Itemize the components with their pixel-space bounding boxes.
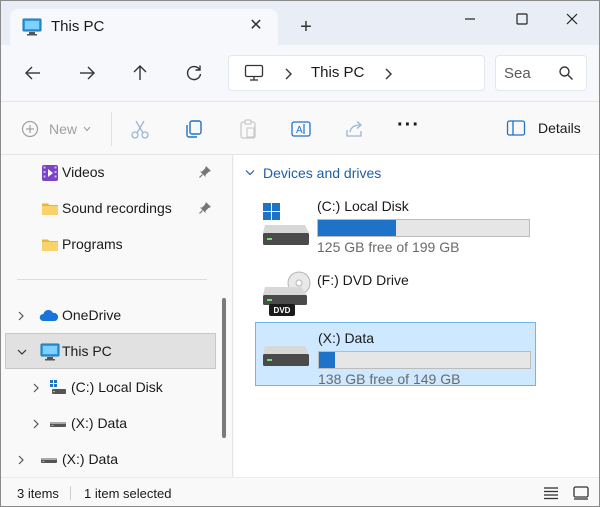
sidebar-item-label: Programs <box>62 236 123 252</box>
navigation-bar: This PC <box>1 45 599 101</box>
details-view-icon[interactable] <box>542 485 560 501</box>
close-window-button[interactable] <box>559 9 585 29</box>
share-icon[interactable] <box>344 118 366 140</box>
chevron-right-icon[interactable] <box>31 382 41 394</box>
status-bar: 3 items 1 item selected <box>1 477 599 506</box>
sidebar-item-label: Sound recordings <box>62 200 172 216</box>
drive-usage-bar <box>318 351 531 369</box>
sidebar-item-label: OneDrive <box>62 307 122 323</box>
pc-icon <box>40 343 60 361</box>
new-tab-button[interactable]: + <box>297 17 315 37</box>
chevron-down-icon <box>245 170 255 176</box>
breadcrumb-this-pc[interactable]: This PC <box>311 64 364 81</box>
sidebar-item-sound-recordings[interactable]: Sound recordings <box>1 191 223 227</box>
file-explorer-window: This PC ✕ + This PC Sea New A ··· Detail… <box>0 0 600 507</box>
forward-arrow-icon[interactable] <box>77 63 97 83</box>
content-pane: Devices and drives (C:) Local Disk 125 G… <box>234 155 599 477</box>
maximize-button[interactable] <box>509 9 535 29</box>
details-label: Details <box>538 120 581 136</box>
drive-tile-x[interactable]: (X:) Data 138 GB free of 149 GB <box>255 322 536 387</box>
cut-icon[interactable] <box>129 118 151 140</box>
folder-icon <box>42 203 58 215</box>
plus-circle-icon <box>21 120 39 138</box>
navigation-pane: Videos Sound recordings Programs OneDriv… <box>1 155 233 477</box>
sidebar-item-this-pc[interactable]: This PC <box>5 333 216 369</box>
sidebar-item-onedrive[interactable]: OneDrive <box>1 298 223 334</box>
close-tab-icon[interactable]: ✕ <box>248 18 264 34</box>
group-header-devices[interactable]: Devices and drives <box>245 165 381 181</box>
sidebar-item-label: (X:) Data <box>71 415 128 431</box>
search-icon <box>559 66 573 80</box>
tab-title: This PC <box>51 18 105 35</box>
drive-name: (C:) Local Disk <box>317 198 409 214</box>
sidebar-divider <box>17 279 207 280</box>
videos-folder-icon <box>42 165 58 181</box>
drive-usage-fill <box>318 220 397 236</box>
chevron-right-icon[interactable] <box>16 310 26 322</box>
drive-free-space: 138 GB free of 149 GB <box>318 371 461 387</box>
copy-icon[interactable] <box>183 118 205 140</box>
minimize-button[interactable] <box>457 9 483 29</box>
drive-usage-fill <box>319 352 335 368</box>
folder-icon <box>42 239 58 251</box>
drive-icon <box>263 346 309 366</box>
dvd-drive-icon: DVD <box>263 271 311 316</box>
tiles-view-icon[interactable] <box>572 485 590 501</box>
drive-usage-bar <box>317 219 530 237</box>
address-bar[interactable]: This PC <box>228 55 485 91</box>
details-pane-button[interactable]: Details <box>506 119 581 137</box>
sidebar-scrollbar[interactable] <box>222 298 226 438</box>
more-options-icon[interactable]: ··· <box>397 115 419 140</box>
sidebar-item-videos[interactable]: Videos <box>1 155 223 191</box>
status-separator <box>70 486 71 500</box>
item-count: 3 items <box>17 486 59 501</box>
sidebar-item-label: (X:) Data <box>62 451 119 467</box>
drive-icon <box>50 422 66 427</box>
tab-this-pc[interactable]: This PC ✕ <box>10 9 278 45</box>
drive-name: (X:) Data <box>318 330 375 346</box>
selection-count: 1 item selected <box>84 486 172 501</box>
windows-drive-icon <box>50 380 66 394</box>
group-header-label: Devices and drives <box>263 165 382 181</box>
search-input[interactable] <box>504 63 554 83</box>
sidebar-item-label: Videos <box>62 164 105 180</box>
chevron-right-icon[interactable] <box>31 418 41 430</box>
sidebar-item-label: This PC <box>62 343 112 359</box>
command-separator <box>111 112 112 146</box>
windows-drive-icon <box>263 203 309 245</box>
drive-name: (F:) DVD Drive <box>317 272 409 288</box>
drive-free-space: 125 GB free of 199 GB <box>317 239 460 255</box>
command-bar: New A ··· Details <box>1 101 599 155</box>
back-arrow-icon[interactable] <box>23 63 43 83</box>
chevron-right-icon[interactable] <box>16 454 26 466</box>
sidebar-item-label: (C:) Local Disk <box>71 379 163 395</box>
drive-icon <box>41 458 57 463</box>
pin-icon[interactable] <box>198 165 212 179</box>
title-bar: This PC ✕ + <box>1 1 599 45</box>
sidebar-item-programs[interactable]: Programs <box>1 227 223 263</box>
sidebar-item-x-data-network[interactable]: (X:) Data <box>1 442 223 477</box>
new-button[interactable]: New <box>21 119 91 139</box>
refresh-icon[interactable] <box>184 63 204 83</box>
pin-icon[interactable] <box>198 201 212 215</box>
pc-icon <box>22 18 42 36</box>
sidebar-item-x-data[interactable]: (X:) Data <box>1 406 223 442</box>
dvd-badge: DVD <box>274 306 291 315</box>
pc-icon <box>244 64 264 81</box>
search-box[interactable] <box>495 55 587 91</box>
chevron-right-icon[interactable] <box>383 67 393 81</box>
chevron-right-icon[interactable] <box>283 67 293 81</box>
new-label: New <box>49 121 78 137</box>
svg-text:A: A <box>296 125 303 136</box>
rename-icon[interactable]: A <box>290 118 312 140</box>
chevron-down-icon[interactable] <box>17 346 27 358</box>
paste-icon[interactable] <box>237 118 259 140</box>
sidebar-item-c-local-disk[interactable]: (C:) Local Disk <box>1 370 223 406</box>
drive-tile-f-dvd[interactable]: DVD (F:) DVD Drive <box>255 261 535 325</box>
chevron-down-icon <box>83 126 91 132</box>
up-arrow-icon[interactable] <box>130 63 150 83</box>
drive-tile-c[interactable]: (C:) Local Disk 125 GB free of 199 GB <box>255 191 535 255</box>
onedrive-cloud-icon <box>39 309 59 321</box>
details-pane-icon <box>506 120 526 136</box>
